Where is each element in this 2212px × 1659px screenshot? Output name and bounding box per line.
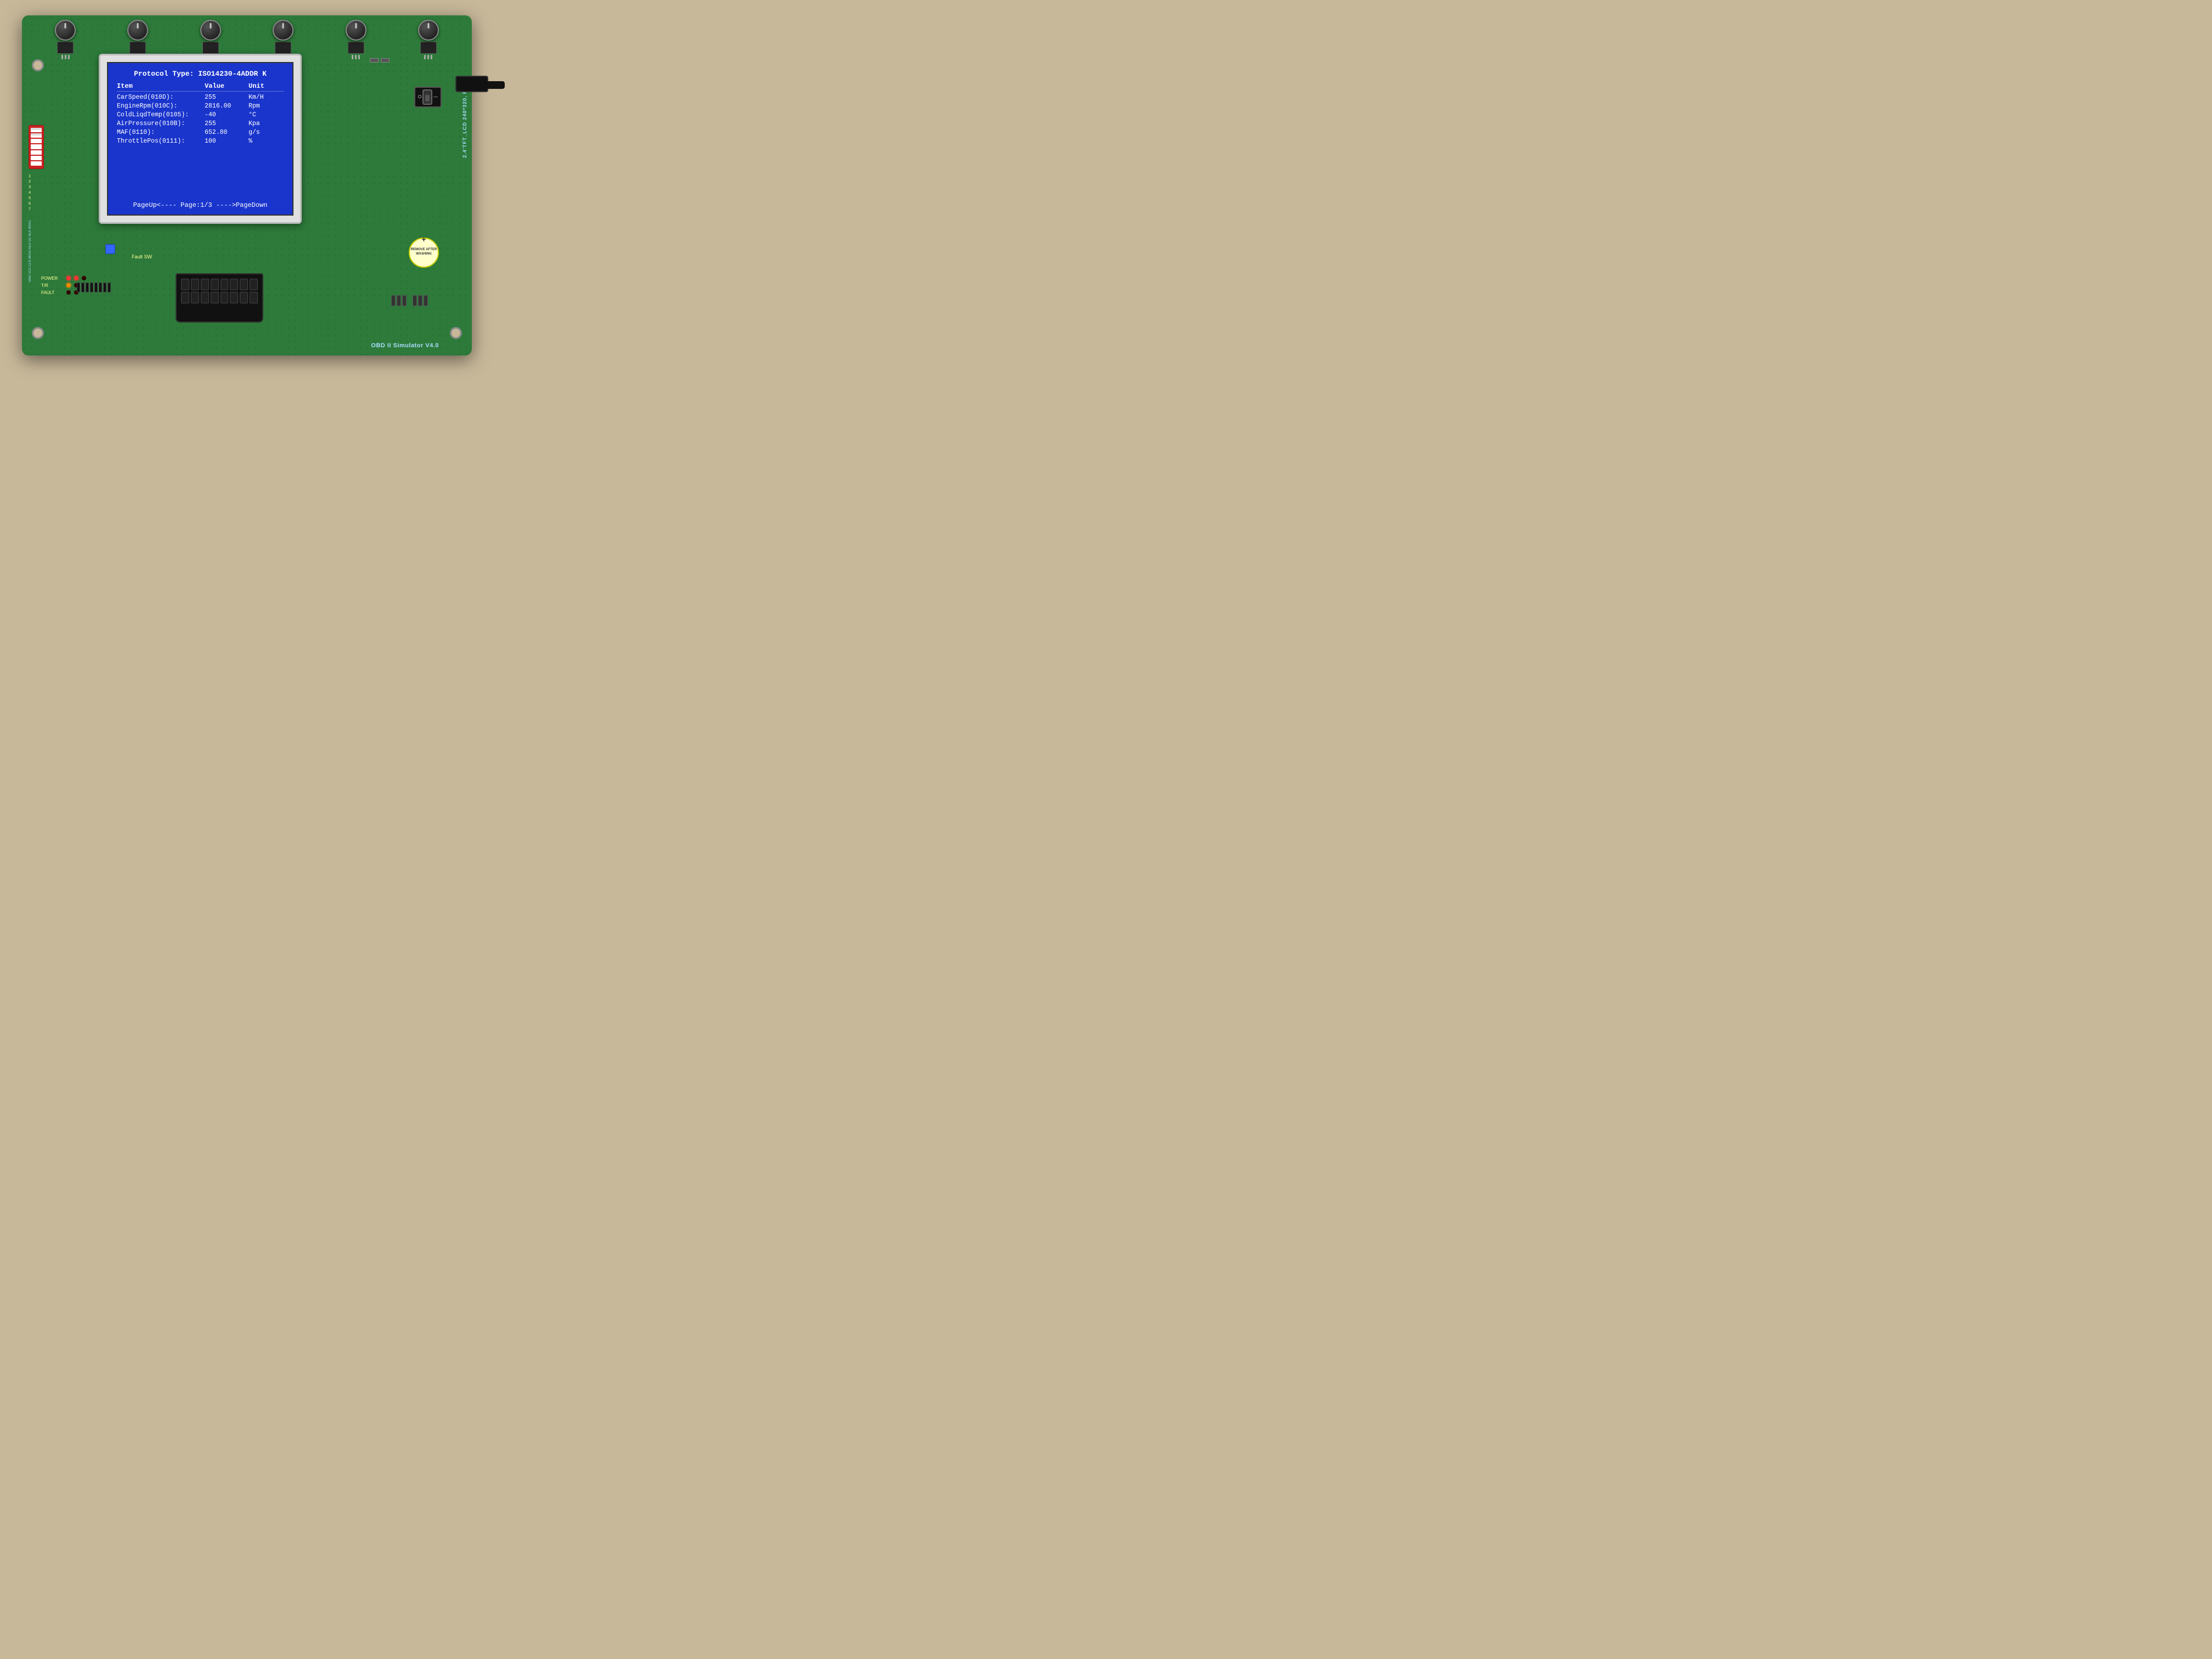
- table-row: ColdLiqdTemp(0105): -40 °C: [117, 111, 284, 119]
- rb-pin: [397, 295, 401, 306]
- row-val-0: 255: [205, 94, 249, 101]
- remove-sticker: REMOVE AFTER WASHING: [409, 238, 439, 268]
- component-sm-1: [381, 58, 390, 63]
- pin: [81, 283, 84, 292]
- right-bottom-pins: [391, 295, 428, 306]
- board-label: OBD II Simulator V4.0: [371, 342, 439, 349]
- obd-pin: [201, 279, 209, 290]
- encoder-6[interactable]: [418, 20, 439, 59]
- row-unit-0: Km/H: [249, 94, 281, 101]
- obd-pin: [191, 292, 199, 303]
- row-val-1: 2816.00: [205, 103, 249, 110]
- lcd-screen: Protocol Type: ISO14230-4ADDR K Item Val…: [107, 62, 294, 216]
- row-item-3: AirPressure(010B):: [117, 120, 205, 127]
- header-unit: Unit: [249, 82, 281, 90]
- table-row: EngineRpm(010C): 2816.00 Rpm: [117, 103, 284, 110]
- power-on-label: —: [433, 94, 438, 99]
- obd-pin: [181, 292, 189, 303]
- led-label-power: POWER: [41, 276, 63, 281]
- obd-pin: [211, 279, 219, 290]
- row-val-4: 652.80: [205, 129, 249, 136]
- row-unit-5: %: [249, 138, 281, 145]
- blue-jumper[interactable]: [105, 244, 115, 254]
- mount-hole-bl: [32, 327, 44, 339]
- mount-hole-tl: [32, 59, 44, 71]
- protocol-line: Protocol Type: ISO14230-4ADDR K: [117, 70, 284, 78]
- encoder-3[interactable]: [200, 20, 221, 59]
- power-off-label: O: [418, 94, 421, 99]
- obd-pin: [250, 279, 258, 290]
- rb-pin: [402, 295, 407, 306]
- obd-pin: [240, 279, 248, 290]
- table-row: CarSpeed(010D): 255 Km/H: [117, 94, 284, 101]
- bottom-pin-header: [77, 283, 111, 292]
- led-fault-1: [66, 290, 71, 295]
- pcb-board: 1 2 3 4 5 6 7 GND VCC CLK MOSI RES DC BL…: [22, 15, 472, 356]
- lcd-display: Protocol Type: ISO14230-4ADDR K Item Val…: [99, 54, 302, 224]
- cable-wire: [461, 81, 505, 89]
- lcd-type-label: 2.4'TFT_LCD 240*320, RGB: [462, 81, 467, 158]
- row-unit-2: °C: [249, 111, 281, 119]
- component-sm-2: [370, 58, 379, 63]
- encoder-1[interactable]: [55, 20, 76, 59]
- row-unit-4: g/s: [249, 129, 281, 136]
- obd-pin: [221, 292, 229, 303]
- led-power-3: [82, 276, 86, 280]
- pin: [86, 283, 89, 292]
- mount-hole-br: [450, 327, 462, 339]
- led-power-1: [66, 276, 71, 280]
- row-unit-3: Kpa: [249, 120, 281, 127]
- encoder-2[interactable]: [127, 20, 148, 59]
- encoder-4[interactable]: [273, 20, 294, 59]
- obd-pin: [191, 279, 199, 290]
- fault-sw-label: Fault SW: [132, 254, 152, 259]
- obd-pin: [221, 279, 229, 290]
- table-row: ThrottlePos(0111): 100 %: [117, 138, 284, 145]
- table-row: AirPressure(010B): 255 Kpa: [117, 120, 284, 127]
- table-row: MAF(0110): 652.80 g/s: [117, 129, 284, 136]
- row-item-4: MAF(0110):: [117, 129, 205, 136]
- obd-pin: [201, 292, 209, 303]
- page-navigation: PageUp<---- Page:1/3 ---->PageDown: [108, 201, 292, 209]
- pin: [77, 283, 80, 292]
- led-tr-1: [66, 283, 71, 287]
- header-value: Value: [205, 82, 249, 90]
- obd-pin: [230, 279, 238, 290]
- rb-pin: [418, 295, 422, 306]
- pin: [90, 283, 93, 292]
- row-item-5: ThrottlePos(0111):: [117, 138, 205, 145]
- row-item-0: CarSpeed(010D):: [117, 94, 205, 101]
- power-switch[interactable]: O —: [414, 87, 442, 108]
- obd-pin: [250, 292, 258, 303]
- encoders-row: [55, 20, 439, 59]
- row-item-1: EngineRpm(010C):: [117, 103, 205, 110]
- row-item-2: ColdLiqdTemp(0105):: [117, 111, 205, 119]
- led-power-2: [74, 276, 78, 280]
- led-label-tr: T/R: [41, 283, 63, 288]
- left-panel: 1 2 3 4 5 6 7 GND VCC CLK MOSI RES DC BL…: [29, 125, 44, 282]
- obd-pin: [240, 292, 248, 303]
- pin: [94, 283, 98, 292]
- rb-pin: [424, 295, 428, 306]
- obd-connector[interactable]: [176, 273, 263, 323]
- obd-pin: [230, 292, 238, 303]
- obd-pin: [181, 279, 189, 290]
- dip-switch[interactable]: [29, 125, 44, 169]
- rb-pin: [391, 295, 396, 306]
- rb-pin: [413, 295, 417, 306]
- obd-pin: [211, 292, 219, 303]
- row-val-2: -40: [205, 111, 249, 119]
- header-item: Item: [117, 82, 205, 90]
- led-row-power: POWER: [41, 276, 86, 281]
- row-val-3: 255: [205, 120, 249, 127]
- sticker-text: REMOVE AFTER WASHING: [410, 248, 438, 257]
- row-unit-1: Rpm: [249, 103, 281, 110]
- row-val-5: 100: [205, 138, 249, 145]
- encoder-5[interactable]: [346, 20, 366, 59]
- pin: [108, 283, 111, 292]
- pin: [99, 283, 102, 292]
- pin: [103, 283, 106, 292]
- lcd-header-row: Item Value Unit: [117, 82, 284, 92]
- led-label-fault: FAULT: [41, 290, 63, 295]
